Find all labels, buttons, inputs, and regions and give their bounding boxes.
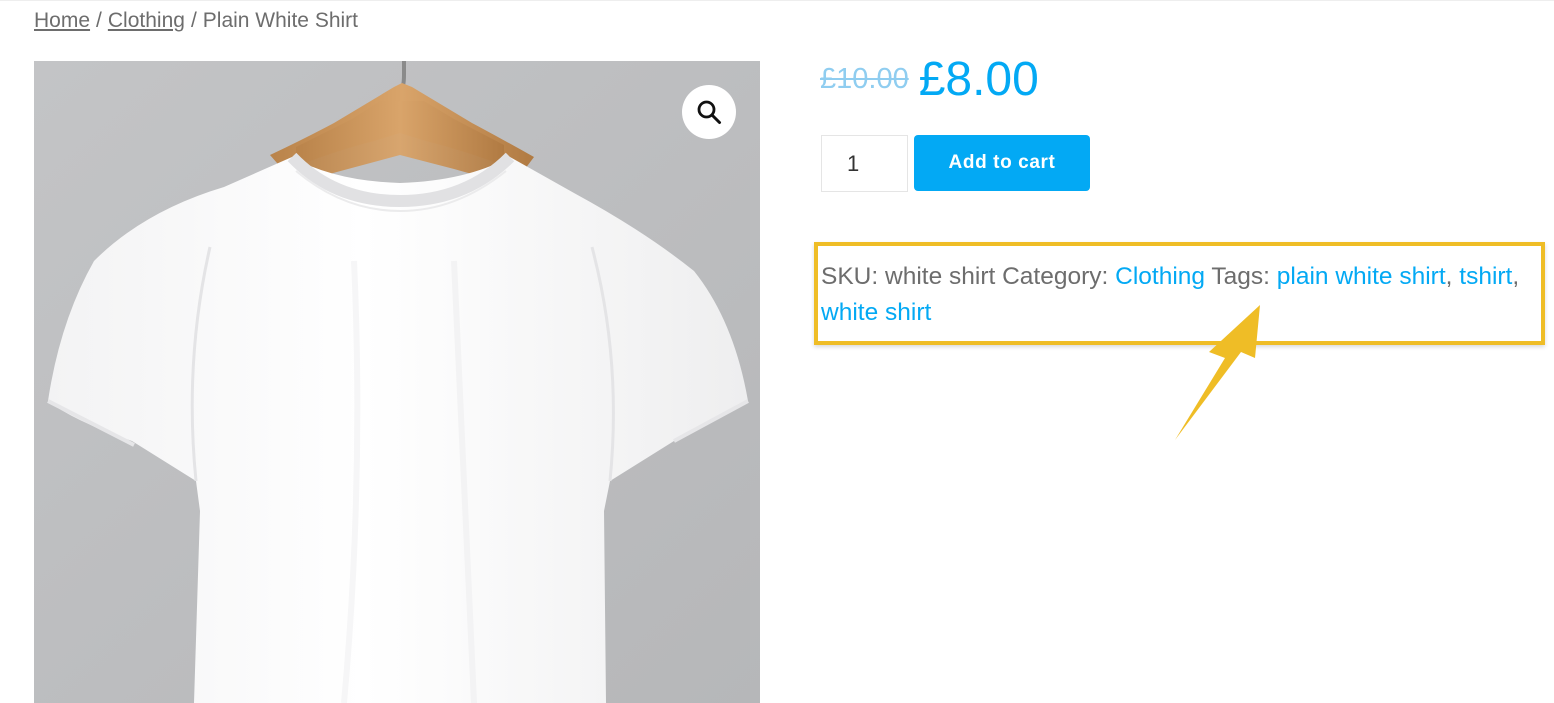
sku-value: white shirt bbox=[885, 263, 996, 290]
product-image[interactable] bbox=[34, 61, 760, 703]
quantity-input[interactable] bbox=[821, 135, 908, 192]
tshirt-illustration bbox=[34, 61, 760, 703]
breadcrumb: Home / Clothing / Plain White Shirt bbox=[34, 9, 358, 33]
annotation-arrow-icon bbox=[1175, 305, 1260, 440]
tag-link-tshirt[interactable]: tshirt bbox=[1459, 263, 1512, 290]
breadcrumb-separator: / bbox=[190, 9, 197, 32]
tag-link-plain-white-shirt[interactable]: plain white shirt bbox=[1277, 263, 1446, 290]
tag-link-white-shirt[interactable]: white shirt bbox=[821, 299, 931, 326]
regular-price: £10.00 bbox=[820, 63, 909, 95]
category-label: Category: bbox=[1002, 263, 1109, 290]
tags-label: Tags: bbox=[1211, 263, 1270, 290]
zoom-button[interactable] bbox=[682, 85, 736, 139]
product-price: £10.00 £8.00 bbox=[820, 52, 1039, 107]
breadcrumb-clothing-link[interactable]: Clothing bbox=[108, 9, 185, 32]
sku-label: SKU: bbox=[821, 263, 879, 290]
top-divider bbox=[0, 0, 1554, 1]
add-to-cart-button[interactable]: Add to cart bbox=[914, 135, 1090, 191]
breadcrumb-separator: / bbox=[96, 9, 102, 32]
category-link[interactable]: Clothing bbox=[1115, 263, 1205, 290]
sale-price: £8.00 bbox=[918, 53, 1039, 106]
search-icon bbox=[697, 100, 721, 124]
breadcrumb-home-link[interactable]: Home bbox=[34, 9, 90, 32]
breadcrumb-current: Plain White Shirt bbox=[202, 9, 359, 32]
